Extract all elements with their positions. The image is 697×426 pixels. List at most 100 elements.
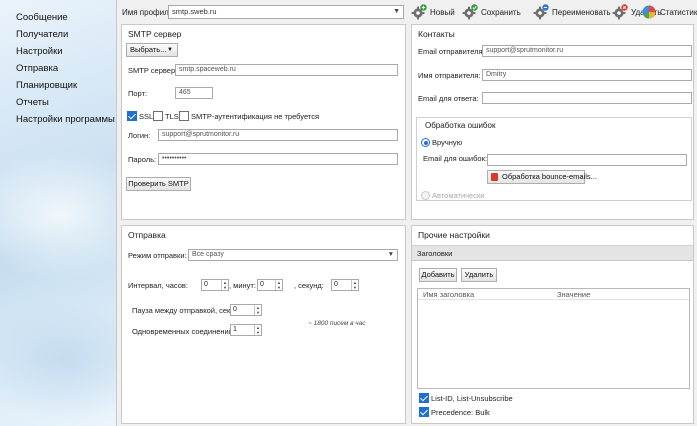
tab-bar: Заголовки xyxy=(412,245,693,261)
auto-radio[interactable] xyxy=(421,191,430,200)
sender-email-value: support@sprutmonitor.ru xyxy=(486,47,564,54)
smtp-group-title: SMTP сервер xyxy=(128,29,182,39)
send-mode-label: Режим отправки: xyxy=(128,251,187,260)
bounce-emails-label: Обработка bounce-emails... xyxy=(502,172,597,181)
port-value: 465 xyxy=(179,89,191,96)
tab-headers[interactable]: Заголовки xyxy=(417,249,452,258)
stepper-arrows-icon: ▲ ▼ xyxy=(254,305,261,315)
list-id-label: List-ID, List-Unsubscribe xyxy=(431,394,513,403)
reply-email-input[interactable] xyxy=(482,92,692,104)
smtp-server-label: SMTP сервер: xyxy=(128,66,178,75)
gear-save-icon xyxy=(462,4,478,20)
sidebar-item-reports[interactable]: Отчеты xyxy=(0,94,116,111)
auto-label: Автоматически xyxy=(432,191,485,200)
smtp-server-group: SMTP сервер Выбрать... ▼ SMTP сервер: sm… xyxy=(121,24,406,220)
sidebar: Сообщение Получатели Настройки Отправка … xyxy=(0,0,116,426)
check-smtp-button[interactable]: Проверить SMTP xyxy=(126,177,191,191)
sender-email-input[interactable]: support@sprutmonitor.ru xyxy=(482,45,692,57)
save-profile-button[interactable]: Сохранить xyxy=(462,2,521,22)
chevron-down-icon: ▼ xyxy=(393,8,400,15)
login-value: support@sprutmonitor.ru xyxy=(162,131,240,138)
new-profile-label: Новый xyxy=(430,7,455,17)
errors-email-label: Email для ошибок: xyxy=(423,154,487,163)
sidebar-item-message[interactable]: Сообщение xyxy=(0,9,116,26)
chevron-down-icon: ▼ xyxy=(167,47,173,53)
sending-group-title: Отправка xyxy=(128,230,166,240)
seconds-stepper[interactable]: 0 ▲ ▼ xyxy=(331,279,359,291)
col-header-name[interactable]: Имя заголовка xyxy=(423,290,474,299)
manual-radio[interactable] xyxy=(421,138,430,147)
add-header-button[interactable]: Добавить xyxy=(419,268,457,282)
main-panel: Имя профиля: smtp.sweb.ru ▼ Новый Сохран… xyxy=(116,0,697,426)
remove-header-button[interactable]: Удалить xyxy=(461,268,497,282)
sender-name-input[interactable]: Dmitry xyxy=(482,69,692,81)
error-handling-title: Обработка ошибок xyxy=(425,121,496,130)
precedence-checkbox[interactable] xyxy=(419,407,429,417)
minutes-stepper[interactable]: 0 ▲ ▼ xyxy=(257,279,283,291)
seconds-label: , секунд: xyxy=(294,281,324,290)
port-label: Порт: xyxy=(128,89,148,98)
sender-name-value: Dmitry xyxy=(486,71,507,78)
pause-label: Пауза между отправкой, сек: xyxy=(132,306,233,315)
rate-note: ~ 1800 писем в час xyxy=(308,320,366,327)
check-smtp-label: Проверить SMTP xyxy=(128,179,189,188)
sidebar-item-recipients[interactable]: Получатели xyxy=(0,26,116,43)
sidebar-item-app-settings[interactable]: Настройки программы xyxy=(0,111,116,128)
login-input[interactable]: support@sprutmonitor.ru xyxy=(158,129,398,141)
sending-group: Отправка Режим отправки: Все сразу ▼ Инт… xyxy=(121,225,406,424)
smtp-server-value: smtp.spaceweb.ru xyxy=(179,66,236,73)
gear-plus-icon xyxy=(411,4,427,20)
smtp-server-input[interactable]: smtp.spaceweb.ru xyxy=(175,64,398,76)
col-header-value[interactable]: Значение xyxy=(557,290,590,299)
port-input[interactable]: 465 xyxy=(175,87,213,99)
pause-value: 0 xyxy=(233,306,237,313)
ssl-checkbox[interactable] xyxy=(127,111,137,121)
errors-email-input[interactable] xyxy=(487,154,687,166)
headers-table[interactable]: Имя заголовка Значение xyxy=(417,288,690,389)
precedence-label: Precedence: Bulk xyxy=(431,408,490,417)
choose-smtp-button[interactable]: Выбрать... ▼ xyxy=(126,43,178,57)
password-label: Пароль: xyxy=(128,155,157,164)
send-mode-select[interactable]: Все сразу ▼ xyxy=(188,249,398,261)
reply-email-label: Email для ответа: xyxy=(418,94,479,103)
sidebar-nav: Сообщение Получатели Настройки Отправка … xyxy=(0,0,116,128)
statistics-button[interactable]: Статистика xyxy=(641,2,697,22)
tls-label: TLS xyxy=(165,112,179,121)
no-auth-checkbox[interactable] xyxy=(179,111,189,121)
stepper-arrows-icon: ▲ ▼ xyxy=(275,280,282,290)
minutes-label: , минут: xyxy=(229,281,256,290)
pause-stepper[interactable]: 0 ▲ ▼ xyxy=(230,304,262,316)
connections-value: 1 xyxy=(233,326,237,333)
new-profile-button[interactable]: Новый xyxy=(411,2,455,22)
other-settings-title: Прочие настройки xyxy=(418,230,490,240)
password-input[interactable]: •••••••••• xyxy=(158,153,398,165)
sidebar-item-settings[interactable]: Настройки xyxy=(0,43,116,60)
choose-smtp-label: Выбрать... xyxy=(130,45,167,54)
ssl-label: SSL xyxy=(139,112,154,121)
gear-delete-icon xyxy=(612,4,628,20)
password-value: •••••••••• xyxy=(162,155,187,162)
hours-stepper[interactable]: 0 ▲ ▼ xyxy=(201,279,229,291)
tls-checkbox[interactable] xyxy=(153,111,163,121)
rename-profile-button[interactable]: Переименовать xyxy=(533,2,611,22)
connections-label: Одновременных соединений: xyxy=(132,327,236,336)
sender-email-label: Email отправителя: xyxy=(418,47,485,56)
list-id-checkbox[interactable] xyxy=(419,393,429,403)
stepper-arrows-icon: ▲ ▼ xyxy=(254,325,261,335)
bounce-icon xyxy=(491,173,498,181)
sidebar-item-sending[interactable]: Отправка xyxy=(0,60,116,77)
chevron-down-icon: ▼ xyxy=(387,251,394,258)
profile-select[interactable]: smtp.sweb.ru ▼ xyxy=(168,5,404,19)
contacts-group: Контакты Email отправителя: support@spru… xyxy=(411,24,694,220)
toolbar: Имя профиля: smtp.sweb.ru ▼ Новый Сохран… xyxy=(117,0,697,24)
stepper-arrows-icon: ▲ ▼ xyxy=(351,280,358,290)
login-label: Логин: xyxy=(128,131,151,140)
other-settings-group: Прочие настройки Заголовки Добавить Удал… xyxy=(411,225,694,424)
connections-stepper[interactable]: 1 ▲ ▼ xyxy=(230,324,262,336)
headers-table-header: Имя заголовка Значение xyxy=(418,289,689,300)
add-header-label: Добавить xyxy=(421,270,455,279)
bounce-emails-button[interactable]: Обработка bounce-emails... xyxy=(487,170,597,184)
gear-rename-icon xyxy=(533,4,549,20)
remove-header-label: Удалить xyxy=(464,270,494,279)
sidebar-item-scheduler[interactable]: Планировщик xyxy=(0,77,116,94)
